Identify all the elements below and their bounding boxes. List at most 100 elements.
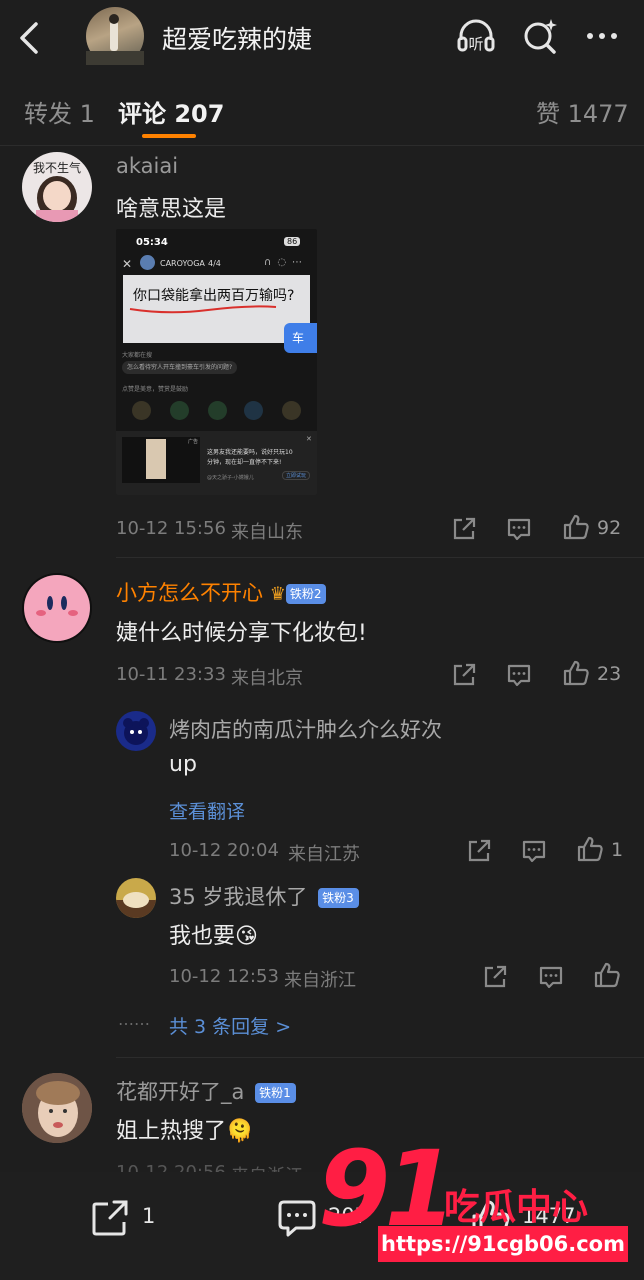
comment-username[interactable]: 花都开好了_a 铁粉1: [116, 1076, 296, 1106]
like-icon[interactable]: [593, 961, 621, 989]
like-icon[interactable]: [576, 835, 604, 863]
like-count: 92: [597, 517, 622, 539]
comment-time: 10-11 23:33: [116, 664, 226, 685]
watermark-url: https://91cgb06.com: [378, 1226, 628, 1262]
fan-badge: 铁粉2: [285, 584, 327, 604]
tab-repost[interactable]: 转发 1: [24, 94, 95, 129]
comment-icon[interactable]: [505, 515, 533, 543]
reply-location: 来自江苏: [288, 844, 360, 865]
active-tab-indicator: [142, 134, 196, 138]
comment-username[interactable]: 小方怎么不开心 ♛ 铁粉2: [116, 577, 327, 607]
translate-link[interactable]: 查看翻译: [169, 797, 245, 824]
comment-text: 姐上热搜了🫠: [116, 1113, 253, 1145]
image-underline: [129, 305, 277, 314]
reply-text: 我也要😘: [169, 918, 258, 950]
kirby-avatar-image: [24, 575, 90, 641]
image-page-user: CAROYOGA: [160, 259, 205, 268]
image-moments-circle: [208, 401, 227, 420]
share-icon[interactable]: [450, 661, 478, 689]
share-icon[interactable]: [481, 963, 509, 991]
image-share-circle: [132, 401, 151, 420]
avatar-image: 我不生气: [33, 160, 81, 222]
repost-count: 1: [142, 1204, 156, 1228]
share-icon[interactable]: [465, 837, 493, 865]
reply-username-text: 35 岁我退休了: [169, 885, 308, 909]
comment-icon[interactable]: [520, 837, 548, 865]
watermark-text: 吃瓜中心: [444, 1187, 589, 1228]
comment-image[interactable]: 05:34 86 ✕ CAROYOGA 4/4 ∩◌⋯ 你口袋能拿出两百万输吗?…: [116, 229, 317, 495]
comment-text-content: 姐上热搜了: [116, 1119, 227, 1144]
like-icon[interactable]: [562, 659, 590, 687]
image-ad-text1: 这男友我还能要吗，说好只玩10: [207, 449, 293, 456]
reply-dots: ……: [118, 1010, 150, 1029]
author-avatar[interactable]: [86, 7, 144, 65]
image-status-time: 05:34: [136, 237, 168, 248]
image-ad-tag: 广告: [188, 439, 199, 445]
image-ad-figure: [146, 439, 166, 479]
page-title: 超爱吃辣的婕: [162, 25, 313, 54]
image-battery: 86: [284, 237, 301, 246]
reply-username[interactable]: 烤肉店的南瓜汁肿么介么好次: [169, 714, 442, 744]
sparkle-search-icon[interactable]: [520, 16, 560, 56]
comment-icon[interactable]: [276, 1198, 318, 1240]
image-side-tag: 车: [284, 323, 317, 353]
reply-location: 来自浙江: [284, 970, 356, 991]
reply-time: 10-12 20:04: [169, 840, 279, 861]
comment-text: 啥意思这是: [116, 197, 227, 222]
image-wechat-circle: [170, 401, 189, 420]
image-ad-button: 立即试玩: [282, 471, 311, 480]
reply-text: up: [169, 752, 197, 777]
reply-avatar-image: [123, 718, 149, 745]
comment-location: 来自山东: [231, 522, 303, 543]
comment-location: 来自北京: [231, 668, 303, 689]
reply-text-content: 我也要: [169, 924, 236, 949]
image-question: 你口袋能拿出两百万输吗?: [133, 288, 295, 304]
crown-icon: ♛: [269, 583, 286, 605]
emoji: 🫠: [226, 1119, 254, 1144]
kiss-emoji: 😘: [235, 924, 258, 949]
top-bar: 超爱吃辣的婕 听: [0, 0, 644, 74]
back-icon[interactable]: [14, 18, 44, 58]
reply-time: 10-12 12:53: [169, 966, 279, 987]
reply-avatar[interactable]: [116, 711, 156, 751]
comment-divider: [116, 557, 644, 558]
reply-username[interactable]: 35 岁我退休了 铁粉3: [169, 881, 359, 911]
username-text: 花都开好了_a: [116, 1080, 245, 1104]
image-top-icons: ∩◌⋯: [264, 257, 309, 268]
comment-time: 10-12 15:56: [116, 518, 226, 539]
comment-username[interactable]: akaiai: [116, 154, 178, 178]
image-page-index: 4/4: [208, 259, 221, 268]
image-caption2: 点赞是美意，赞赏是鼓励: [122, 386, 189, 393]
comment-divider: [116, 1057, 644, 1058]
headphone-listen-icon[interactable]: 听: [456, 16, 496, 56]
more-icon[interactable]: [582, 16, 622, 56]
comment-icon[interactable]: [505, 661, 533, 689]
image-qq-circle: [244, 401, 263, 420]
image-ad-source: @天之骄子-小嫦娥儿: [207, 475, 254, 481]
like-count: 1: [611, 839, 624, 861]
repost-icon[interactable]: [90, 1198, 132, 1240]
like-icon[interactable]: [562, 513, 590, 541]
image-ad-close-icon: ✕: [306, 435, 312, 443]
reply-avatar[interactable]: [116, 878, 156, 918]
comment-avatar[interactable]: [22, 573, 92, 643]
fan-badge: 铁粉3: [318, 888, 359, 908]
image-search-suggest: 怎么看待穷人开车撞到豪车引发的问题?: [122, 361, 238, 374]
comment-icon[interactable]: [537, 963, 565, 991]
more-replies-link[interactable]: 共 3 条回复 >: [169, 1012, 291, 1039]
image-ad-text2: 分钟，现在却一直停不下来!: [207, 459, 282, 466]
tab-comments[interactable]: 评论 207: [118, 94, 224, 129]
comment-text: 婕什么时候分享下化妆包!: [116, 621, 367, 646]
avatar-image: [22, 1073, 92, 1143]
image-user-avatar: [140, 255, 155, 270]
tab-likes[interactable]: 赞 1477: [536, 94, 629, 129]
image-caption1: 大家都在搜: [122, 352, 153, 359]
comment-avatar[interactable]: [22, 1073, 92, 1143]
listen-label: 听: [468, 35, 483, 53]
share-icon[interactable]: [450, 515, 478, 543]
reply-avatar-image: [116, 892, 156, 918]
fan-badge: 铁粉1: [255, 1083, 296, 1103]
avatar-text: 我不生气: [33, 160, 81, 175]
comment-avatar[interactable]: 我不生气: [22, 152, 92, 222]
like-count: 23: [597, 663, 622, 685]
